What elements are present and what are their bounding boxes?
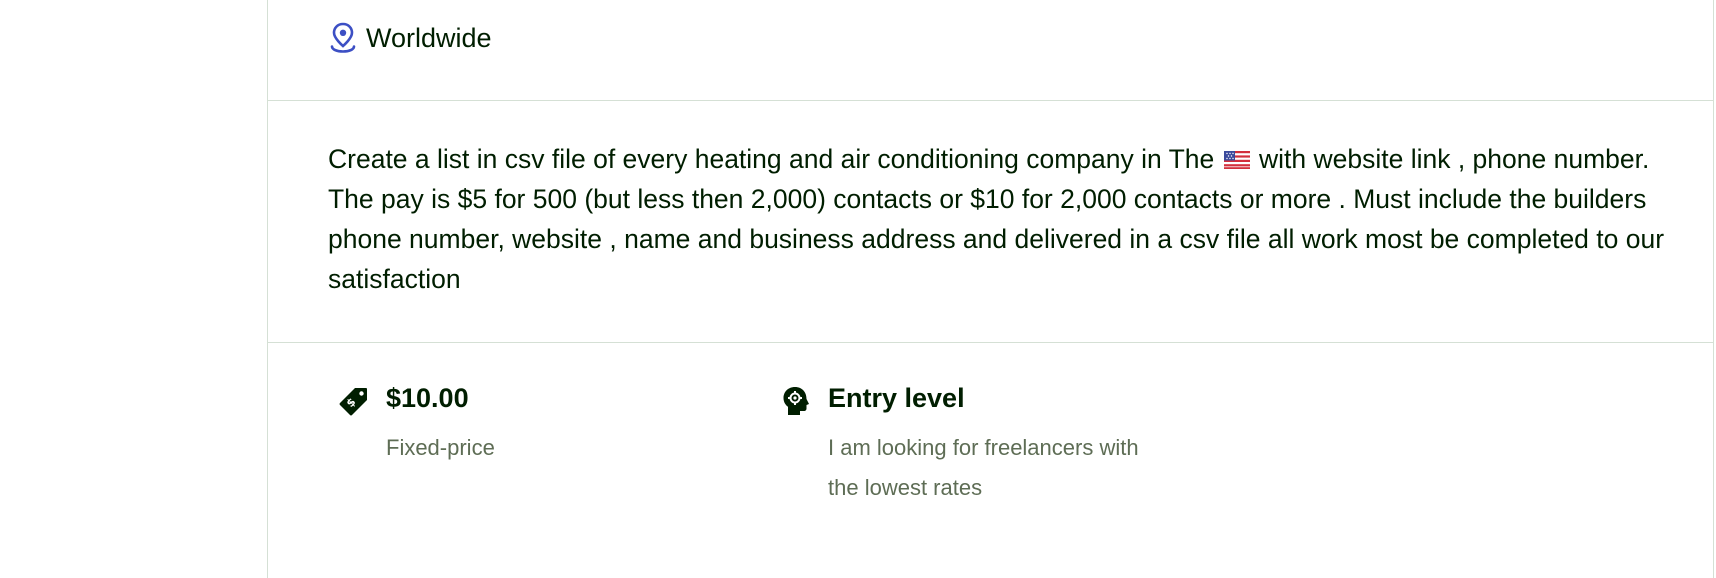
location-pin-icon [328,22,358,54]
description-section: Create a list in csv file of every heati… [268,101,1713,343]
experience-level-description-line1: I am looking for freelancers with [828,435,1139,460]
experience-level-description-line2: the lowest rates [828,475,983,500]
job-details-panel: Worldwide Create a list in csv file of e… [267,0,1714,578]
features-section: $ $10.00 Fixed-price Entry level I am lo… [268,343,1713,578]
price-type: Fixed-price [386,435,495,460]
description-text-start: Create a list in csv file of every heati… [328,144,1222,174]
us-flag-icon [1223,151,1250,169]
price-tag-icon: $ [338,385,370,417]
location-section: Worldwide [268,0,1713,101]
job-location: Worldwide [328,22,492,54]
location-label: Worldwide [366,22,492,53]
experience-level-description: I am looking for freelancers with the lo… [828,428,1139,508]
job-description: Create a list in csv file of every heati… [328,139,1688,299]
experience-head-icon [780,385,812,417]
experience-level-title: Entry level [828,383,965,413]
price-amount: $10.00 [386,383,469,413]
